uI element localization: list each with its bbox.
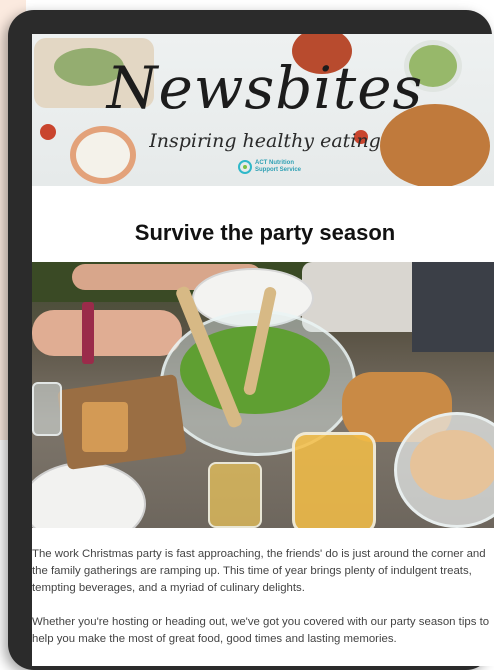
email-screen[interactable]: Newsbites Inspiring healthy eating ACT N… [32, 34, 494, 666]
party-food-photo [32, 262, 494, 528]
phone-frame: Newsbites Inspiring healthy eating ACT N… [8, 10, 494, 670]
lemon-glass-image [208, 462, 262, 528]
act-nutrition-logo: ACT Nutrition Support Service [238, 160, 301, 174]
paper-plate-image [32, 462, 146, 528]
newsletter-banner: Newsbites Inspiring healthy eating ACT N… [32, 34, 494, 186]
article-headline: Survive the party season [134, 220, 396, 245]
intro-paragraph: The work Christmas party is fast approac… [32, 548, 486, 594]
tips-paragraph: Whether you're hosting or heading out, w… [32, 616, 490, 645]
person-dark-image [412, 262, 494, 352]
wristband-image [82, 302, 94, 364]
logo-text-line2: Support Service [255, 167, 302, 173]
person-forearm-image [32, 310, 182, 356]
crackers-image [82, 402, 128, 452]
logo-text-line1: ACT Nutrition [255, 160, 294, 166]
pasta-salad-image [410, 430, 494, 500]
water-glass-image [32, 382, 62, 436]
newsletter-tagline: Inspiring healthy eating [149, 130, 381, 152]
juice-jug-image [292, 432, 376, 528]
newsletter-title: Newsbites [106, 54, 424, 122]
logo-icon [238, 160, 252, 174]
